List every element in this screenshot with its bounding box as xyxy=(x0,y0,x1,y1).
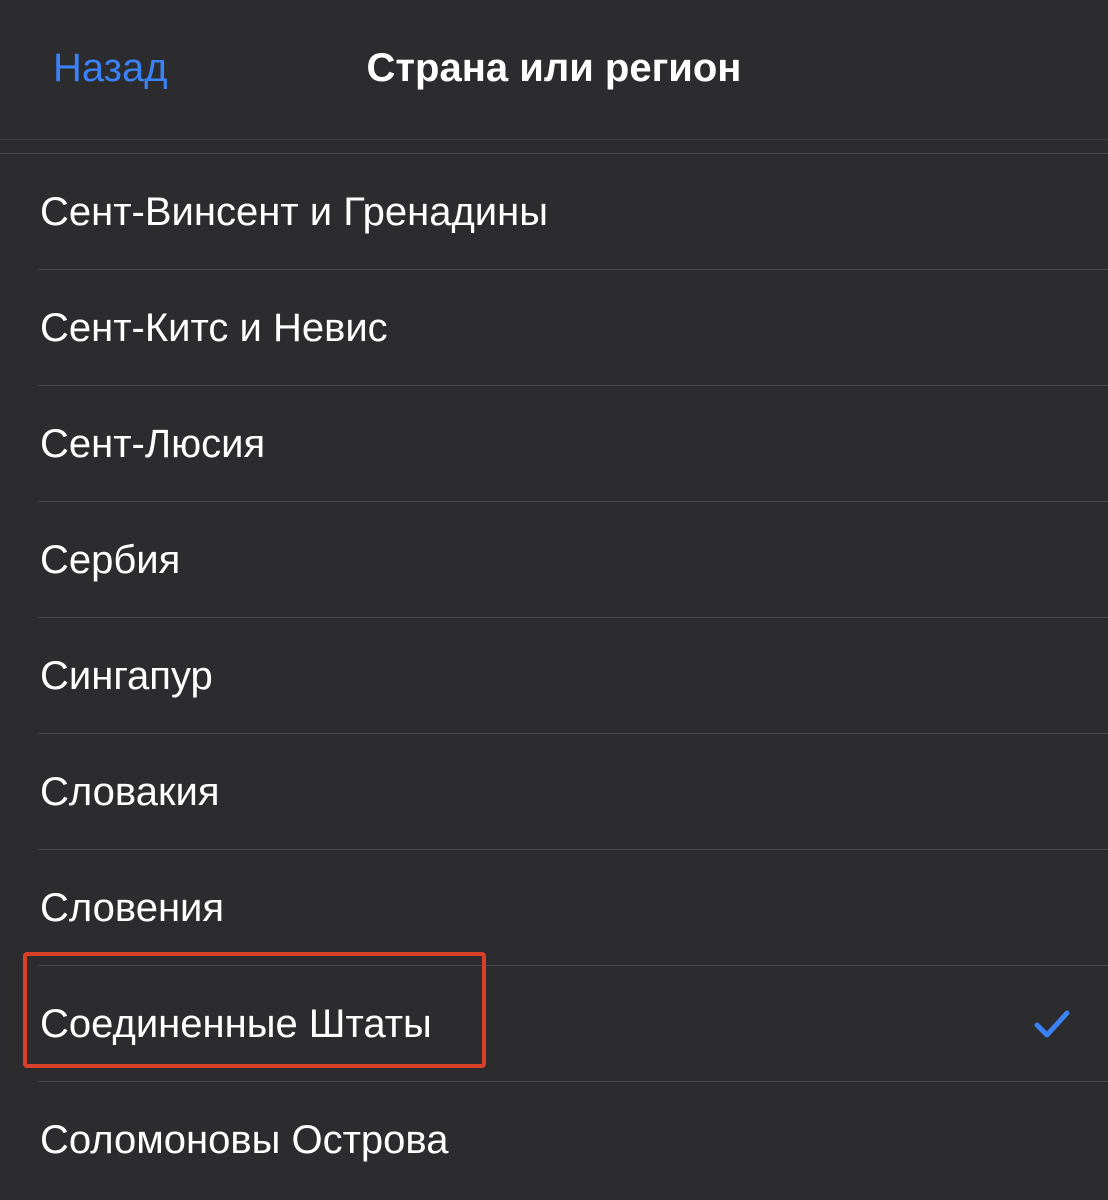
list-item-label: Соломоновы Острова xyxy=(40,1118,449,1162)
list-item[interactable]: Сингапур xyxy=(38,618,1108,734)
list-item-label: Словения xyxy=(40,886,225,930)
list-item-label: Сент-Китс и Невис xyxy=(40,306,388,350)
list-item[interactable]: Словения xyxy=(38,850,1108,966)
list-item-label: Сент-Винсент и Гренадины xyxy=(40,190,548,234)
page-title: Страна или регион xyxy=(366,46,742,90)
list-item[interactable]: Сент-Винсент и Гренадины xyxy=(38,154,1108,270)
list-item-label: Соединенные Штаты xyxy=(40,1002,432,1046)
list-item-label: Сербия xyxy=(40,538,181,582)
list-item-label: Словакия xyxy=(40,770,220,814)
list-item-label: Сингапур xyxy=(40,654,213,698)
country-list: Сент-Винсент и Гренадины Сент-Китс и Нев… xyxy=(0,153,1108,1198)
list-item[interactable]: Сент-Люсия xyxy=(38,386,1108,502)
navigation-bar: Назад Страна или регион xyxy=(0,0,1108,140)
list-item-label: Сент-Люсия xyxy=(40,422,266,466)
list-item-selected[interactable]: Соединенные Штаты xyxy=(38,966,1108,1082)
list-item[interactable]: Сербия xyxy=(38,502,1108,618)
list-item[interactable]: Соломоновы Острова xyxy=(38,1082,1108,1198)
checkmark-icon xyxy=(1032,1004,1072,1044)
list-item[interactable]: Сент-Китс и Невис xyxy=(38,270,1108,386)
list-item[interactable]: Словакия xyxy=(38,734,1108,850)
